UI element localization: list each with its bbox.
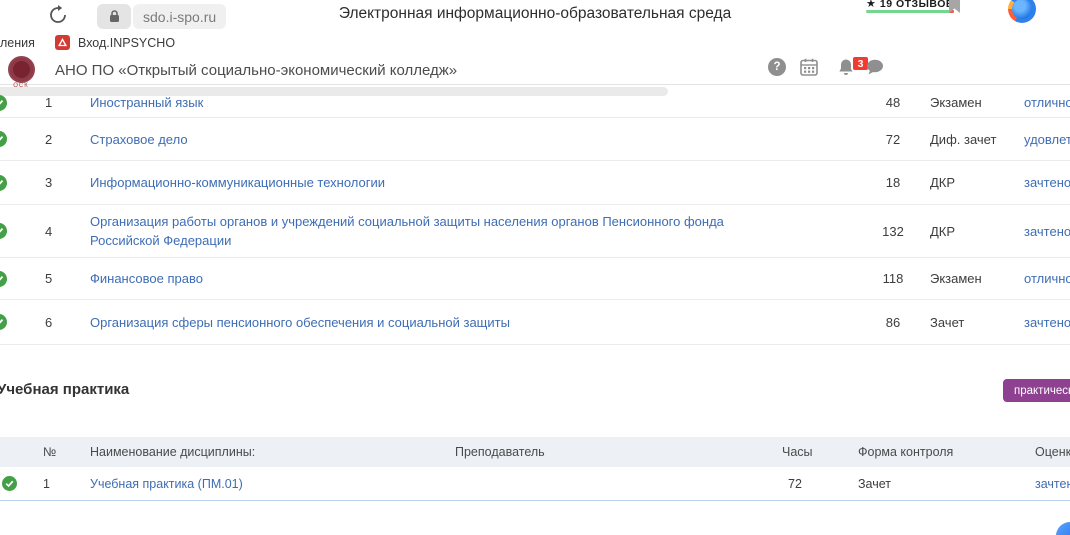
discipline-link[interactable]: Организация работы органов и учреждений … [90,212,790,250]
bookmark-item-inpsycho[interactable]: Вход.INPSYCHO [78,36,175,50]
profile-avatar[interactable] [1008,0,1036,23]
lock-icon[interactable] [97,4,131,29]
url-text: sdo.i-spo.ru [143,9,216,25]
status-check-icon [0,300,7,344]
chat-icon[interactable] [866,58,884,76]
row-number: 1 [43,467,50,500]
header-name: Наименование дисциплины: [90,437,255,467]
browser-toolbar: sdo.i-spo.ru Электронная информационно-о… [0,0,1070,30]
row-number: 1 [45,88,52,117]
grade-link[interactable]: зачтено [1024,175,1070,190]
discipline-link[interactable]: Страховое дело [90,130,188,149]
status-check-icon [0,118,7,160]
header-teacher: Преподаватель [455,437,545,467]
table-row: 1 Учебная практика (ПМ.01) 72 Зачет зачт… [0,467,1070,501]
table-row: 6 Организация сферы пенсионного обеспече… [0,300,1070,345]
grade-link[interactable]: зачтено [1035,477,1070,491]
star-icon: ★ [866,0,876,10]
reload-icon[interactable] [48,5,68,25]
hours-value: 86 [868,300,918,344]
section-title: Учебная практика [0,381,129,398]
table-row: 1 Иностранный язык 48 Экзамен отлично [0,88,1070,118]
discipline-link[interactable]: Иностранный язык [90,93,203,112]
hours-value: 72 [788,467,802,500]
hours-value: 72 [868,118,918,160]
control-form: ДКР [930,205,955,257]
row-number: 4 [45,205,52,257]
control-form: ДКР [930,161,955,204]
browser-window: sdo.i-spo.ru Электронная информационно-о… [0,0,1070,535]
status-check-icon [0,205,7,257]
control-form: Зачет [930,300,964,344]
table-row: 4 Организация работы органов и учреждени… [0,205,1070,258]
status-check-icon [0,258,7,299]
header-control: Форма контроля [858,437,953,467]
table-row: 3 Информационно-коммуникационные техноло… [0,161,1070,205]
header-grade: Оценка [1035,437,1070,467]
discipline-link[interactable]: Финансовое право [90,269,203,288]
row-number: 6 [45,300,52,344]
practice-badge: практическое [1003,379,1070,402]
hours-value: 18 [868,161,918,204]
site-header: ОСК АНО ПО «Открытый социально-экономиче… [0,54,1070,85]
reviews-button[interactable]: ★ 19 ОТЗЫВОВ [866,0,954,10]
header-num: № [43,437,56,467]
hours-value: 118 [868,258,918,299]
page-title: Электронная информационно-образовательна… [300,5,770,23]
status-check-icon [0,88,7,117]
row-number: 5 [45,258,52,299]
discipline-link[interactable]: Организация сферы пенсионного обеспечени… [90,313,510,332]
calendar-icon[interactable] [800,58,818,76]
college-name: АНО ПО «Открытый социально-экономический… [55,62,457,79]
address-bar[interactable]: sdo.i-spo.ru [133,4,226,29]
grade-link[interactable]: зачтено [1024,224,1070,239]
hours-value: 48 [868,88,918,117]
status-check-icon [0,161,7,204]
header-hours: Часы [782,437,813,467]
control-form: Диф. зачет [930,118,996,160]
rating-bar [866,10,954,13]
college-logo[interactable]: ОСК [6,56,36,90]
control-form: Экзамен [930,258,982,299]
college-emblem-icon [8,56,35,83]
status-check-icon [2,467,17,500]
grade-link[interactable]: отлично [1024,95,1070,110]
grade-link[interactable]: отлично [1024,271,1070,286]
bookmarks-bar: ления Вход.INPSYCHO [0,30,1070,54]
discipline-link[interactable]: Информационно-коммуникационные технологи… [90,173,385,192]
control-form: Зачет [858,467,891,500]
help-icon[interactable]: ? [768,58,786,76]
control-form: Экзамен [930,88,982,117]
grade-link[interactable]: удовлетворительно [1024,132,1070,147]
bookmark-item-partial[interactable]: ления [0,36,35,50]
practice-table-header: № Наименование дисциплины: Преподаватель… [0,437,1070,467]
bookmark-icon[interactable] [948,0,961,14]
hours-value: 132 [868,205,918,257]
row-number: 2 [45,118,52,160]
bookmark-favicon [55,35,70,50]
table-row: 2 Страховое дело 72 Диф. зачет удовлетво… [0,118,1070,161]
reviews-label: 19 ОТЗЫВОВ [880,0,954,10]
table-row: 5 Финансовое право 118 Экзамен отлично [0,258,1070,300]
floating-action-button[interactable] [1056,522,1070,535]
row-number: 3 [45,161,52,204]
discipline-link[interactable]: Учебная практика (ПМ.01) [90,477,243,491]
grade-link[interactable]: зачтено [1024,315,1070,330]
